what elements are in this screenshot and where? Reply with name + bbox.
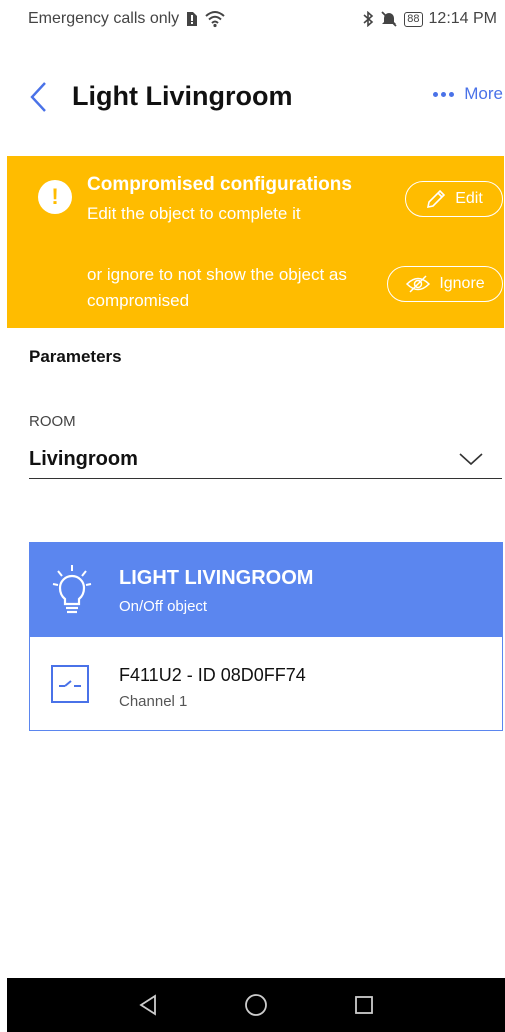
sim-alert-icon <box>187 12 198 26</box>
edit-button[interactable]: Edit <box>405 181 503 217</box>
object-device-row: F411U2 - ID 08D0FF74 Channel 1 <box>30 637 502 730</box>
nav-back-button[interactable] <box>133 990 163 1020</box>
header: Light Livingroom More <box>0 70 505 124</box>
more-label: More <box>464 84 503 103</box>
square-recents-icon <box>355 996 373 1014</box>
device-name: F411U2 - ID 08D0FF74 <box>119 665 306 685</box>
ellipsis-icon <box>433 91 455 97</box>
banner-title: Compromised configurations <box>87 174 352 195</box>
nav-recents-button[interactable] <box>349 990 379 1020</box>
back-button[interactable] <box>26 80 52 114</box>
chevron-down-icon <box>459 453 483 466</box>
room-value: Livingroom <box>29 448 138 470</box>
object-title: LIGHT LIVINGROOM <box>119 567 314 589</box>
object-card-header: LIGHT LIVINGROOM On/Off object <box>30 543 502 637</box>
wifi-icon <box>205 11 225 28</box>
eye-off-icon <box>406 275 431 293</box>
page-title: Light Livingroom <box>72 81 293 111</box>
battery-indicator: 88 <box>404 11 423 27</box>
triangle-back-icon <box>139 994 156 1016</box>
nav-home-button[interactable] <box>241 990 271 1020</box>
banner-ignore-text: or ignore to not show the object as comp… <box>87 265 347 310</box>
edit-label: Edit <box>455 190 483 207</box>
switch-icon <box>51 665 89 703</box>
exclamation-icon: ! <box>38 180 72 214</box>
ignore-button[interactable]: Ignore <box>387 266 503 302</box>
room-label: ROOM <box>29 413 76 430</box>
compromised-banner: ! Compromised configurations Edit the ob… <box>7 156 504 328</box>
object-type: On/Off object <box>119 598 208 615</box>
status-right: 88 12:14 PM <box>362 10 497 28</box>
bluetooth-icon <box>363 11 374 27</box>
lightbulb-icon <box>52 565 92 614</box>
banner-subtitle: Edit the object to complete it <box>87 204 301 223</box>
pencil-icon <box>427 189 446 209</box>
device-channel: Channel 1 <box>119 693 188 710</box>
ignore-label: Ignore <box>439 275 485 292</box>
status-left: Emergency calls only <box>28 10 226 28</box>
parameters-heading: Parameters <box>29 347 122 366</box>
room-dropdown[interactable]: Livingroom <box>29 443 502 479</box>
mute-icon <box>381 11 397 27</box>
circle-home-icon <box>245 994 267 1016</box>
status-bar: Emergency calls only 88 12:14 PM <box>0 0 505 38</box>
more-button[interactable]: More <box>433 84 503 104</box>
chevron-left-icon <box>30 82 46 112</box>
object-card[interactable]: LIGHT LIVINGROOM On/Off object F411U2 - … <box>29 542 503 731</box>
clock-text: 12:14 PM <box>428 10 497 27</box>
carrier-text: Emergency calls only <box>28 10 180 27</box>
system-nav-bar <box>7 978 505 1032</box>
